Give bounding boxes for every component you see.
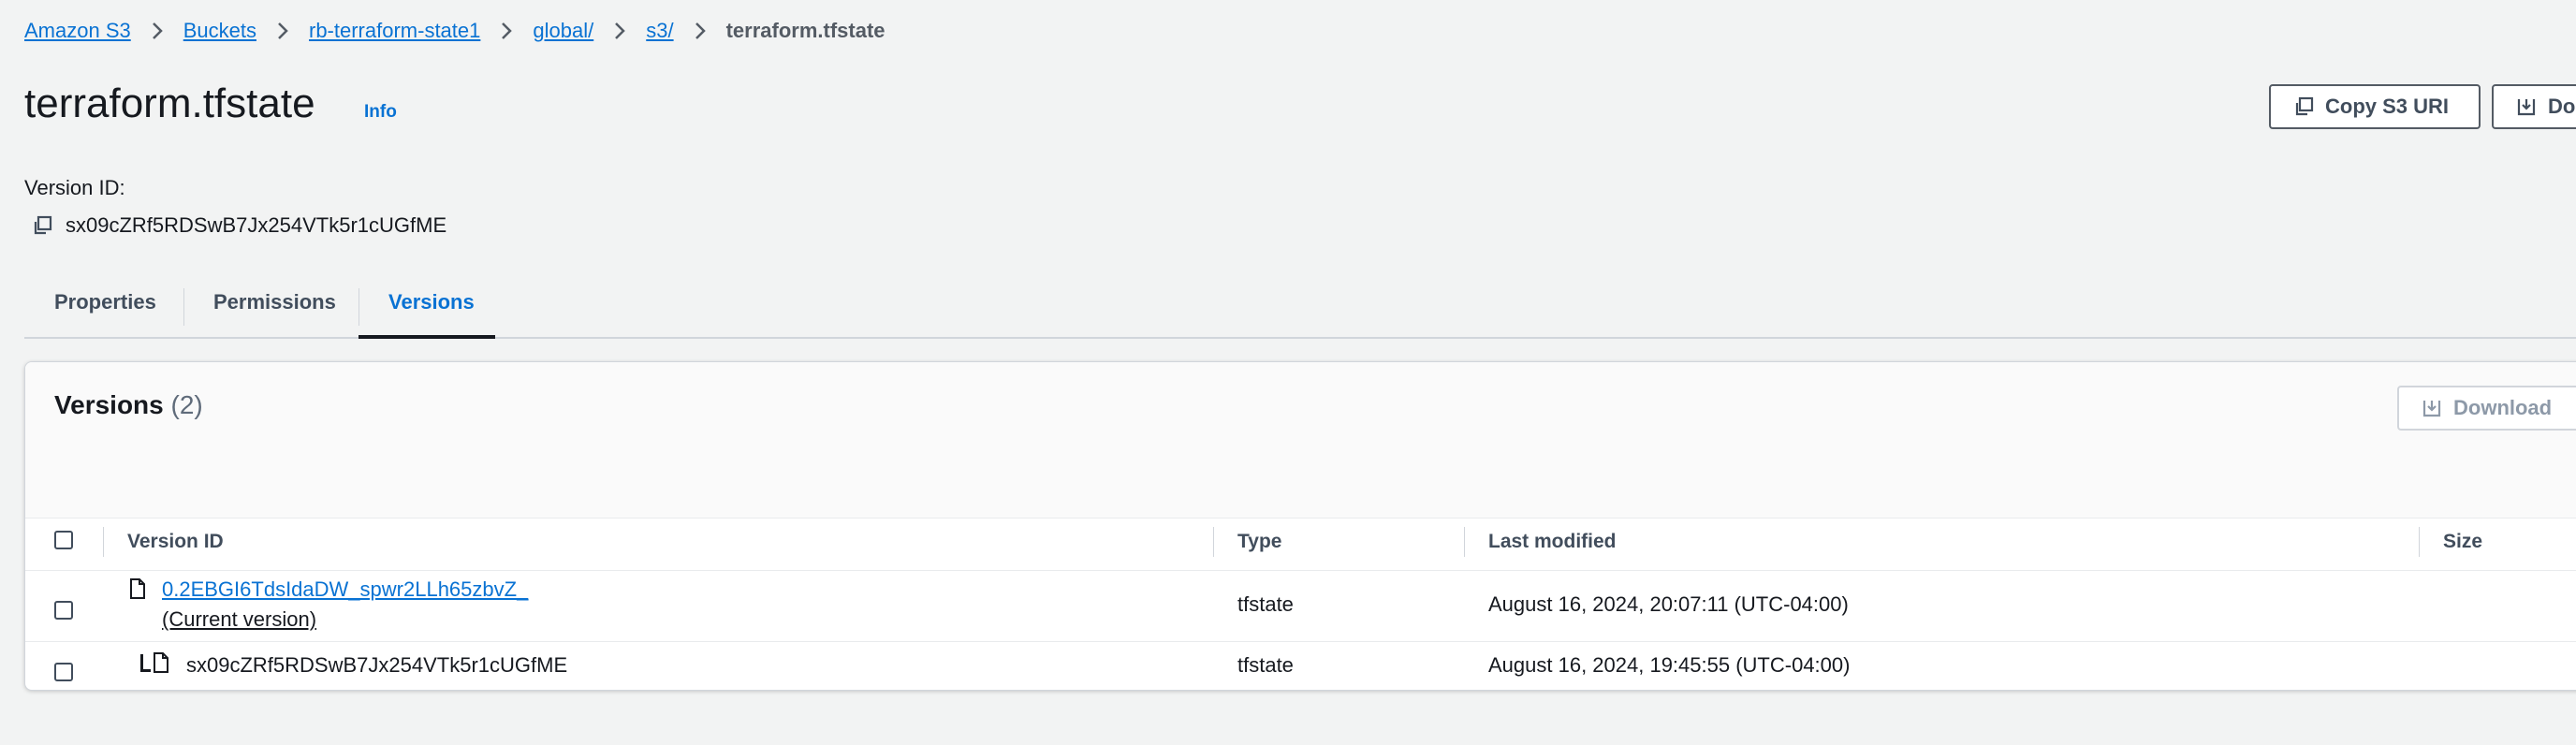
version-type: tfstate bbox=[1237, 592, 1294, 616]
chevron-right-icon bbox=[277, 22, 288, 40]
versions-download-button[interactable]: Download bbox=[2397, 386, 2576, 431]
tree-connector-icon bbox=[140, 654, 151, 672]
column-divider bbox=[1213, 527, 1214, 557]
version-id-value: sx09cZRf5RDSwB7Jx254VTk5r1cUGfME bbox=[66, 213, 447, 237]
file-icon bbox=[130, 578, 145, 599]
row-divider bbox=[25, 570, 2576, 571]
copy-icon[interactable] bbox=[32, 215, 52, 236]
versions-title: Versions bbox=[54, 390, 164, 419]
version-id-row: sx09cZRf5RDSwB7Jx254VTk5r1cUGfME bbox=[32, 213, 446, 238]
version-id-text: sx09cZRf5RDSwB7Jx254VTk5r1cUGfME bbox=[186, 653, 568, 677]
chevron-right-icon bbox=[614, 22, 626, 40]
versions-panel: Versions (2) Download Version ID Type La… bbox=[24, 361, 2576, 691]
version-id-label: Version ID: bbox=[24, 176, 125, 199]
download-button[interactable]: Do bbox=[2492, 84, 2576, 129]
chevron-right-icon bbox=[152, 22, 163, 40]
version-id-link[interactable]: 0.2EBGI6TdsIdaDW_spwr2LLh65zbvZ_ bbox=[162, 577, 528, 602]
column-header-type[interactable]: Type bbox=[1237, 531, 1281, 553]
tab-bar: Properties Permissions Versions bbox=[24, 268, 2576, 339]
breadcrumb-buckets[interactable]: Buckets bbox=[183, 19, 256, 43]
version-last-modified: August 16, 2024, 20:07:11 (UTC-04:00) bbox=[1488, 592, 1849, 616]
download-icon bbox=[2422, 401, 2441, 417]
download-icon bbox=[2517, 99, 2536, 116]
copy-s3-uri-label: Copy S3 URI bbox=[2325, 95, 2450, 118]
breadcrumb-amazon-s3[interactable]: Amazon S3 bbox=[24, 19, 131, 43]
tab-properties[interactable]: Properties bbox=[54, 268, 156, 337]
row-checkbox[interactable] bbox=[54, 601, 73, 620]
column-header-size[interactable]: Size bbox=[2443, 531, 2482, 553]
breadcrumb-bucket[interactable]: rb-terraform-state1 bbox=[309, 19, 480, 43]
versions-count: (2) bbox=[170, 390, 203, 419]
row-checkbox[interactable] bbox=[54, 663, 73, 681]
breadcrumb-s3[interactable]: s3/ bbox=[646, 19, 673, 43]
column-header-version-id[interactable]: Version ID bbox=[127, 531, 224, 553]
breadcrumb: Amazon S3 Buckets rb-terraform-state1 gl… bbox=[24, 19, 886, 43]
select-all-checkbox[interactable] bbox=[54, 531, 73, 549]
column-divider bbox=[2419, 527, 2420, 557]
panel-title: Versions (2) bbox=[54, 390, 203, 420]
page-title: terraform.tfstate bbox=[24, 80, 315, 126]
copy-s3-uri-button[interactable]: Copy S3 URI bbox=[2269, 84, 2481, 129]
version-last-modified: August 16, 2024, 19:45:55 (UTC-04:00) bbox=[1488, 653, 1851, 677]
breadcrumb-current: terraform.tfstate bbox=[725, 19, 886, 42]
file-icon bbox=[154, 652, 168, 673]
tab-active-indicator bbox=[359, 335, 495, 339]
copy-icon bbox=[2295, 96, 2314, 116]
chevron-right-icon bbox=[695, 22, 706, 40]
chevron-right-icon bbox=[501, 22, 513, 40]
current-version-note: (Current version) bbox=[162, 607, 317, 631]
tab-permissions[interactable]: Permissions bbox=[213, 268, 336, 337]
row-divider bbox=[25, 641, 2576, 642]
column-header-last-modified[interactable]: Last modified bbox=[1488, 531, 1617, 553]
column-divider bbox=[103, 527, 104, 557]
info-link[interactable]: Info bbox=[364, 102, 397, 123]
tab-versions[interactable]: Versions bbox=[388, 268, 475, 337]
column-divider bbox=[1464, 527, 1465, 557]
version-type: tfstate bbox=[1237, 653, 1294, 677]
panel-header: Versions (2) Download bbox=[25, 362, 2576, 519]
breadcrumb-global[interactable]: global/ bbox=[533, 19, 593, 43]
versions-download-label: Download bbox=[2453, 396, 2553, 419]
tab-divider bbox=[183, 288, 184, 326]
download-label: Do bbox=[2548, 95, 2576, 118]
